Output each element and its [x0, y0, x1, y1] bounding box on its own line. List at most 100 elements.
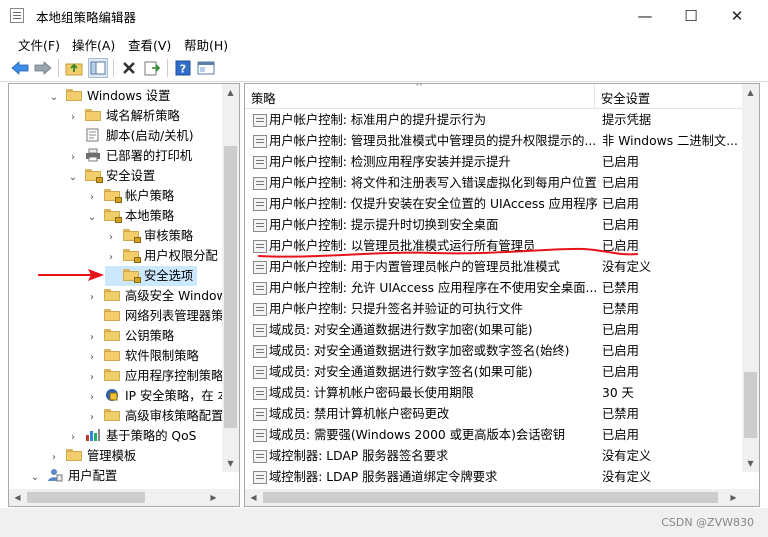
- policy-icon: [253, 387, 267, 400]
- menu-file[interactable]: 文件(F): [18, 35, 60, 54]
- column-header-security-setting[interactable]: 安全设置: [601, 89, 650, 107]
- policy-name: 用户帐户控制: 只提升签名并验证的可执行文件: [269, 302, 523, 316]
- tree-item[interactable]: › 帐户策略: [86, 186, 174, 206]
- policy-row[interactable]: 用户帐户控制: 允许 UIAccess 应用程序在不使用安全桌面... 已禁用: [245, 278, 741, 299]
- policy-row[interactable]: 域成员: 需要强(Windows 2000 或更高版本)会话密钥 已启用: [245, 425, 741, 446]
- expand-chevron-icon[interactable]: ›: [86, 388, 98, 408]
- list-vertical-scrollbar[interactable]: ▲ ▼: [742, 84, 759, 472]
- collapse-chevron-icon[interactable]: ⌄: [48, 88, 60, 108]
- collapse-chevron-icon[interactable]: ⌄: [67, 168, 79, 188]
- tree-item[interactable]: › 公钥策略: [86, 326, 174, 346]
- export-list-icon[interactable]: [142, 58, 162, 78]
- tree-horizontal-scrollbar[interactable]: ◀ ▶: [9, 489, 239, 506]
- tree-item[interactable]: ⌄ Windows 设置: [48, 86, 170, 106]
- policy-icon: [253, 408, 267, 421]
- tree-item[interactable]: ⌄ 安全设置: [67, 166, 155, 186]
- tree-item[interactable]: › 高级审核策略配置: [86, 406, 223, 426]
- policy-icon: [253, 303, 267, 316]
- expand-chevron-icon[interactable]: ›: [67, 148, 79, 168]
- expand-chevron-icon[interactable]: ›: [67, 428, 79, 448]
- up-folder-icon[interactable]: [64, 58, 84, 78]
- expand-chevron-icon[interactable]: ›: [48, 448, 60, 468]
- expand-chevron-icon[interactable]: ›: [86, 368, 98, 388]
- tree-item[interactable]: ›高级安全 Windows Defender 防火墙: [86, 286, 239, 308]
- expand-chevron-icon[interactable]: ›: [86, 408, 98, 428]
- help-icon[interactable]: ?: [173, 58, 193, 78]
- expand-chevron-icon[interactable]: ›: [105, 228, 117, 248]
- expand-chevron-icon[interactable]: ›: [86, 288, 98, 308]
- close-button[interactable]: ✕: [714, 0, 760, 31]
- policy-row[interactable]: 域成员: 对安全通道数据进行数字加密(如果可能) 已启用: [245, 320, 741, 341]
- tree-item[interactable]: › 软件限制策略: [86, 346, 199, 366]
- policy-name: 域成员: 禁用计算机帐户密码更改: [269, 407, 450, 421]
- list-scroll-thumb[interactable]: [744, 372, 757, 438]
- policy-name: 用户帐户控制: 将文件和注册表写入错误虚拟化到每用户位置: [269, 176, 597, 190]
- delete-icon[interactable]: [119, 58, 139, 78]
- tree-item[interactable]: ⌄ 本地策略: [86, 206, 174, 226]
- tree-item[interactable]: › 管理模板: [48, 446, 136, 466]
- expand-chevron-icon[interactable]: ›: [86, 188, 98, 208]
- properties-icon[interactable]: [196, 58, 216, 78]
- toolbar: ?: [0, 55, 768, 82]
- expand-chevron-icon[interactable]: ›: [86, 328, 98, 348]
- back-icon[interactable]: [10, 58, 30, 78]
- menu-view[interactable]: 查看(V): [128, 35, 171, 54]
- tree-item[interactable]: 脚本(启动/关机): [67, 126, 194, 146]
- tree-item[interactable]: 安全选项: [105, 266, 198, 286]
- menu-action[interactable]: 操作(A): [72, 35, 115, 54]
- tree-hscroll-thumb[interactable]: [27, 492, 145, 503]
- tree-item[interactable]: ⌄ 用户配置: [29, 466, 117, 486]
- policy-row[interactable]: 用户帐户控制: 只提升签名并验证的可执行文件 已禁用: [245, 299, 741, 320]
- tree-item-label: 应用程序控制策略: [125, 369, 224, 383]
- secure-folder-icon: [104, 209, 122, 223]
- policy-list-pane[interactable]: 策略 ^ 安全设置 用户帐户控制: 标准用户的提升提示行为 提示凭据 用户帐户控制:…: [244, 83, 760, 507]
- policy-icon: [253, 471, 267, 484]
- tree-item-label: 脚本(启动/关机): [106, 129, 194, 143]
- policy-row[interactable]: 域控制器: LDAP 服务器通道绑定令牌要求 没有定义: [245, 467, 741, 488]
- policy-row[interactable]: 用户帐户控制: 仅提升安装在安全位置的 UIAccess 应用程序 已启用: [245, 194, 741, 215]
- policy-row[interactable]: 用户帐户控制: 将文件和注册表写入错误虚拟化到每用户位置 已启用: [245, 173, 741, 194]
- policy-row[interactable]: 用户帐户控制: 检测应用程序安装并提示提升 已启用: [245, 152, 741, 173]
- tree-item[interactable]: ›IP 安全策略，在 本地计算机: [86, 386, 239, 408]
- policy-row[interactable]: 域成员: 禁用计算机帐户密码更改 已禁用: [245, 404, 741, 425]
- policy-row[interactable]: 域成员: 对安全通道数据进行数字签名(如果可能) 已启用: [245, 362, 741, 383]
- minimize-button[interactable]: —: [622, 0, 668, 31]
- policy-setting: 没有定义: [602, 449, 652, 463]
- tree-item[interactable]: › 已部署的打印机: [67, 146, 192, 166]
- expand-chevron-icon[interactable]: ›: [105, 248, 117, 268]
- policy-icon: [253, 114, 267, 127]
- menu-help[interactable]: 帮助(H): [184, 35, 228, 54]
- list-horizontal-scrollbar[interactable]: ◀ ▶: [245, 489, 759, 506]
- list-hscroll-thumb[interactable]: [263, 492, 718, 503]
- column-header-policy[interactable]: 策略: [251, 89, 276, 107]
- show-hide-tree-icon[interactable]: [88, 58, 108, 78]
- maximize-button[interactable]: ☐: [668, 0, 714, 31]
- window-title: 本地组策略编辑器: [36, 10, 137, 25]
- tree-item-label: 公钥策略: [125, 329, 175, 343]
- tree-scroll-thumb[interactable]: [224, 146, 237, 428]
- forward-icon[interactable]: [33, 58, 53, 78]
- tree-item-label: 本地策略: [125, 209, 175, 223]
- tree-item[interactable]: › 基于策略的 QoS: [67, 426, 196, 446]
- policy-row[interactable]: 用户帐户控制: 标准用户的提升提示行为 提示凭据: [245, 110, 741, 131]
- policy-row[interactable]: 域成员: 对安全通道数据进行数字加密或数字签名(始终) 已启用: [245, 341, 741, 362]
- policy-row[interactable]: 域控制器: LDAP 服务器签名要求 没有定义: [245, 446, 741, 467]
- tree-item[interactable]: › 用户权限分配: [105, 246, 218, 266]
- expand-chevron-icon[interactable]: ›: [86, 348, 98, 368]
- tree-item[interactable]: › 审核策略: [105, 226, 193, 246]
- tree-vertical-scrollbar[interactable]: ▲ ▼: [222, 84, 239, 472]
- policy-row[interactable]: 用户帐户控制: 管理员批准模式中管理员的提升权限提示的... 非 Windows …: [245, 131, 741, 152]
- collapse-chevron-icon[interactable]: ⌄: [29, 468, 41, 488]
- tree-item[interactable]: 网络列表管理器策略: [86, 306, 236, 326]
- secure-folder-icon: [123, 249, 141, 263]
- policy-row[interactable]: 域成员: 计算机帐户密码最长使用期限 30 天: [245, 383, 741, 404]
- collapse-chevron-icon[interactable]: ⌄: [86, 208, 98, 228]
- tree-item-label: 用户权限分配: [144, 249, 218, 263]
- tree-item[interactable]: › 应用程序控制策略: [86, 366, 223, 386]
- policy-row[interactable]: 用户帐户控制: 提示提升时切换到安全桌面 已启用: [245, 215, 741, 236]
- expand-chevron-icon[interactable]: ›: [67, 108, 79, 128]
- tree-pane[interactable]: ⌄ Windows 设置 › 域名解析策略脚本(启动/关机) › 已部署的打印机 ⌄ 安全设置…: [8, 83, 240, 507]
- qos-chart-icon: [85, 428, 101, 442]
- tree-item[interactable]: › 域名解析策略: [67, 106, 180, 126]
- policy-icon: [253, 429, 267, 442]
